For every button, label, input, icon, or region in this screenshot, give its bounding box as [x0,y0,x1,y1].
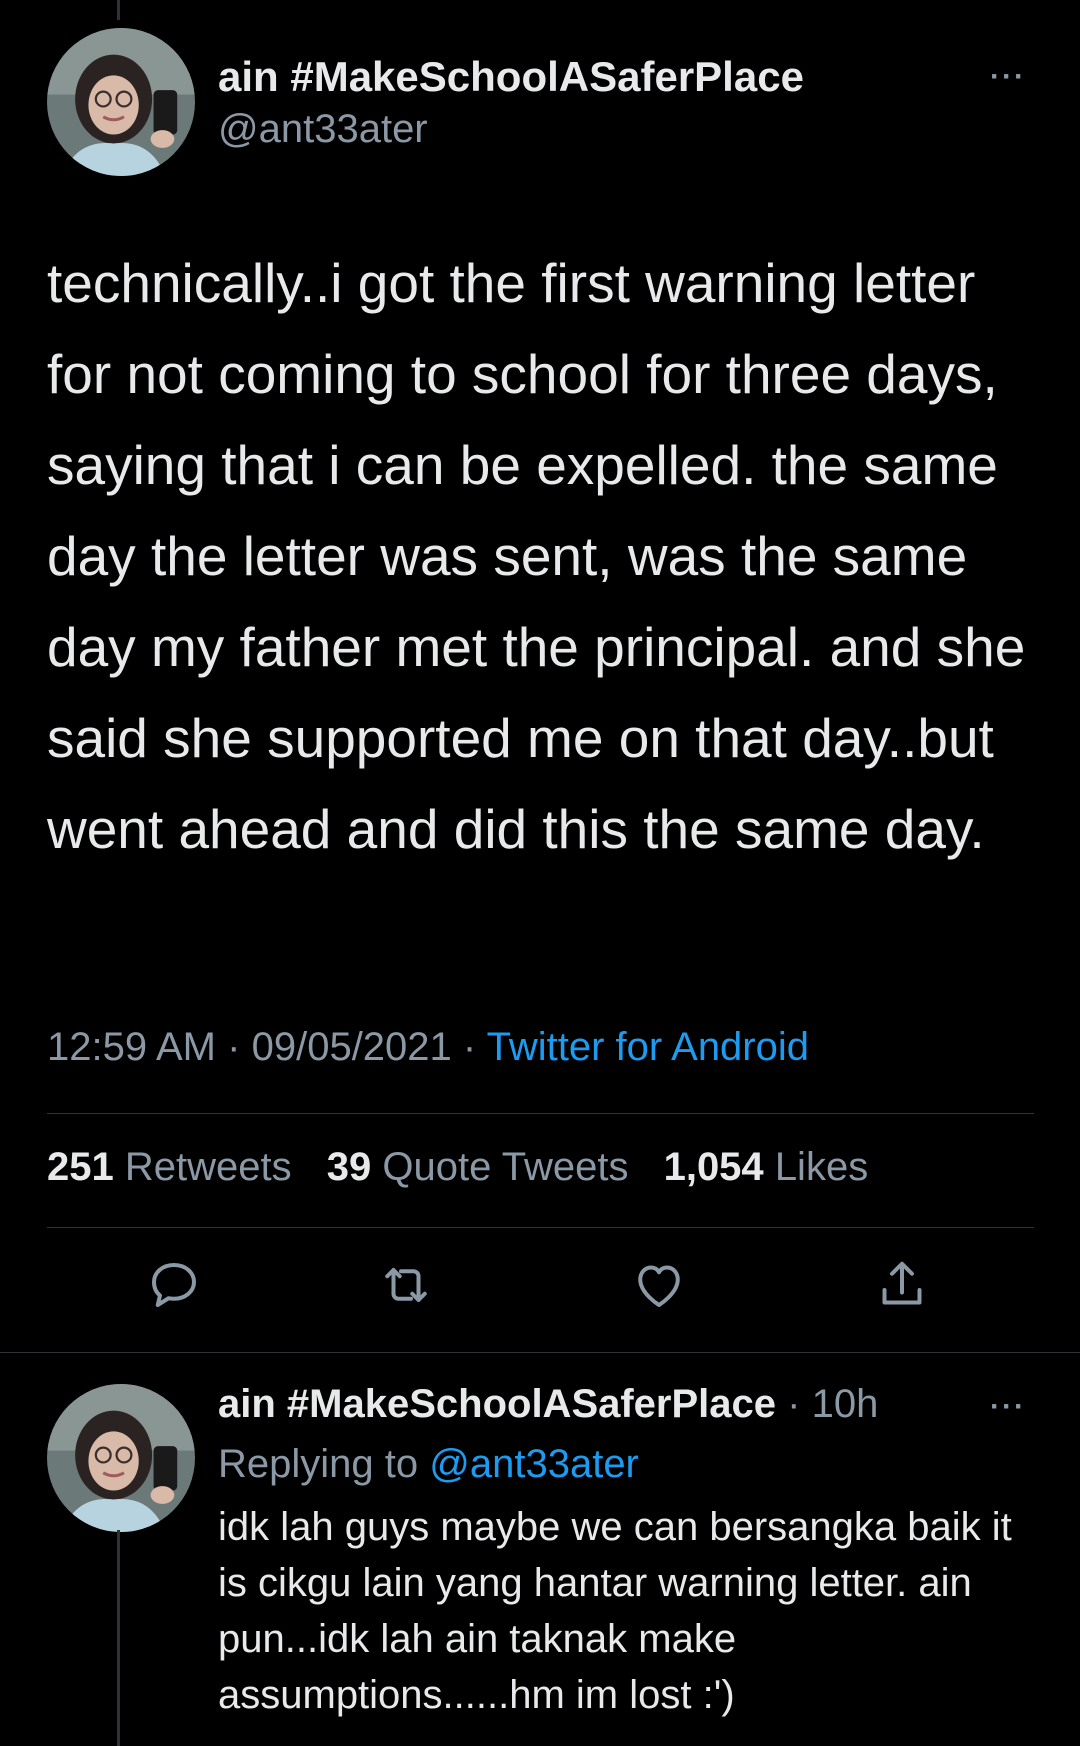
like-button[interactable] [629,1255,689,1315]
divider [47,1113,1034,1114]
tweet-meta: 12:59 AM · 09/05/2021 · Twitter for Andr… [47,1025,809,1070]
reply-avatar[interactable] [47,1384,195,1532]
avatar-image [47,28,195,176]
quote-tweets-count: 39 [326,1145,372,1189]
reply-separator: · [787,1382,801,1426]
replying-label: Replying to [218,1442,419,1486]
display-name[interactable]: ain #MakeSchoolASaferPlace [218,53,804,101]
more-options-icon[interactable]: ··· [990,1390,1026,1424]
meta-separator: · [227,1025,241,1069]
retweet-button[interactable] [376,1255,436,1315]
likes-count: 1,054 [663,1145,764,1189]
retweets-count: 251 [47,1145,114,1189]
retweet-icon [385,1268,427,1302]
tweet-time: 12:59 AM [47,1025,217,1069]
like-icon [638,1265,680,1307]
reply-header: ain #MakeSchoolASaferPlace · 10h [218,1382,878,1427]
thread-connector-line [117,0,120,20]
tweet-source-link[interactable]: Twitter for Android [487,1025,809,1069]
reply-tweet-text: idk lah guys maybe we can bersangka baik… [218,1505,1012,1717]
retweets-label: Retweets [124,1145,292,1189]
avatar[interactable] [47,28,195,176]
quote-tweets-label: Quote Tweets [382,1145,629,1189]
likes-stat[interactable]: 1,054 Likes [664,1145,869,1189]
share-icon [882,1261,922,1305]
more-options-icon[interactable]: ··· [990,60,1026,94]
replying-mention-link[interactable]: @ant33ater [429,1442,639,1486]
tweet-action-bar [0,1255,1080,1325]
likes-label: Likes [774,1145,869,1189]
avatar-image [47,1384,195,1532]
thread-connector-line [117,1530,120,1746]
share-button[interactable] [872,1255,932,1315]
tweet-stats: 251 Retweets 39 Quote Tweets 1,054 Likes [47,1145,868,1190]
tweet-date: 09/05/2021 [251,1025,452,1069]
divider [47,1227,1034,1228]
meta-separator: · [462,1025,477,1069]
tweet-text: technically..i got the first warning let… [47,252,1026,860]
divider [0,1352,1080,1353]
reply-timestamp[interactable]: 10h [812,1382,879,1426]
quote-tweets-stat[interactable]: 39 Quote Tweets [327,1145,629,1189]
reply-button[interactable] [144,1255,204,1315]
reply-display-name[interactable]: ain #MakeSchoolASaferPlace [218,1382,776,1426]
retweets-stat[interactable]: 251 Retweets [47,1145,292,1189]
reply-icon [152,1263,196,1307]
replying-to-line: Replying to @ant33ater [218,1442,639,1487]
user-handle[interactable]: @ant33ater [218,107,428,152]
